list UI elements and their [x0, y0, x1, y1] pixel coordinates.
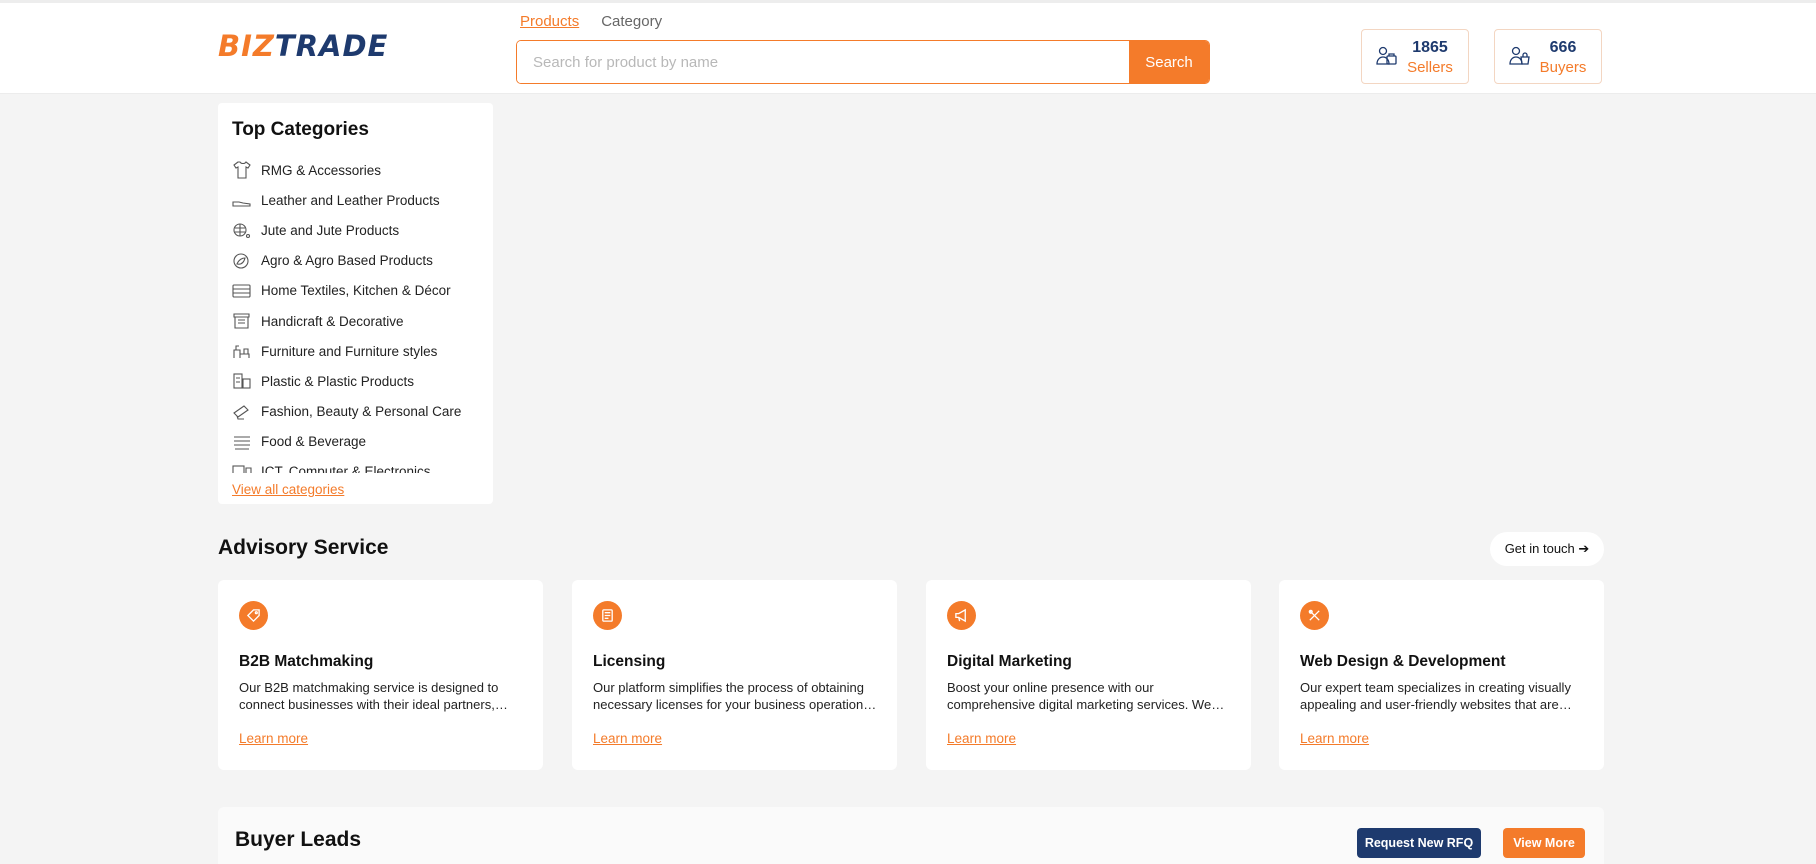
category-item-jute[interactable]: Jute and Jute Products	[232, 215, 487, 245]
megaphone-icon	[947, 601, 976, 630]
buyers-icon	[1509, 46, 1530, 65]
advisory-service-title: Advisory Service	[218, 536, 389, 559]
view-more-button[interactable]: View More	[1503, 828, 1585, 858]
learn-more-link[interactable]: Learn more	[239, 731, 308, 746]
advisory-card-b2b: B2B Matchmaking Our B2B matchmaking serv…	[218, 580, 543, 770]
furniture-icon	[233, 345, 250, 359]
learn-more-link[interactable]: Learn more	[1300, 731, 1369, 746]
shoe-icon	[232, 201, 251, 207]
category-item-fashion[interactable]: Fashion, Beauty & Personal Care	[232, 397, 487, 427]
category-label: ICT, Computer & Electronics	[261, 464, 431, 473]
buyers-count: 666	[1549, 39, 1577, 56]
document-icon	[593, 601, 622, 630]
search-input[interactable]	[517, 41, 1129, 83]
advisory-card-web-design: Web Design & Development Our expert team…	[1279, 580, 1604, 770]
advisory-card-digital-marketing: Digital Marketing Boost your online pres…	[926, 580, 1251, 770]
card-title: B2B Matchmaking	[239, 653, 374, 670]
card-description: Our expert team specializes in creating …	[1300, 680, 1571, 712]
search-tabs: Products Category	[520, 13, 662, 30]
buyers-label: Buyers	[1539, 59, 1587, 76]
tab-products[interactable]: Products	[520, 13, 579, 30]
sellers-stat[interactable]: 1865 Sellers	[1361, 29, 1469, 84]
buyers-stat[interactable]: 666 Buyers	[1494, 29, 1602, 84]
jute-icon	[233, 223, 251, 239]
category-label: Handicraft & Decorative	[261, 313, 404, 329]
category-label: Furniture and Furniture styles	[261, 343, 438, 359]
learn-more-link[interactable]: Learn more	[593, 731, 662, 746]
card-title: Licensing	[593, 653, 666, 670]
category-item-leather[interactable]: Leather and Leather Products	[232, 185, 487, 215]
buyer-leads-title: Buyer Leads	[235, 828, 362, 851]
food-icon	[234, 436, 250, 450]
category-item-agro[interactable]: Agro & Agro Based Products	[232, 246, 487, 276]
card-description: Our platform simplifies the process of o…	[593, 680, 870, 712]
textile-icon	[232, 284, 251, 298]
beauty-icon	[233, 404, 249, 420]
category-label: Plastic & Plastic Products	[261, 373, 415, 389]
top-categories-title: Top Categories	[232, 119, 369, 140]
sellers-label: Sellers	[1407, 59, 1453, 76]
category-item-food[interactable]: Food & Beverage	[232, 427, 487, 457]
search-bar: Search	[516, 40, 1210, 84]
view-all-categories-link[interactable]: View all categories	[232, 482, 344, 497]
top-categories-panel: Top Categories RMG & Accessories Leather…	[218, 103, 493, 504]
biztrade-logo[interactable]: BIZTRADE	[218, 29, 388, 63]
card-description: Our B2B matchmaking service is designed …	[239, 680, 499, 712]
card-title: Digital Marketing	[947, 653, 1072, 670]
sellers-icon	[1376, 46, 1397, 65]
sellers-count: 1865	[1412, 39, 1448, 56]
category-list: RMG & Accessories Leather and Leather Pr…	[232, 155, 487, 473]
plastic-icon	[233, 373, 251, 389]
category-item-home-textiles[interactable]: Home Textiles, Kitchen & Décor	[232, 276, 487, 306]
buyer-leads-section: Buyer Leads Request New RFQ View More	[218, 807, 1604, 864]
agro-icon	[233, 253, 249, 269]
category-label: RMG & Accessories	[261, 162, 382, 178]
category-item-plastic[interactable]: Plastic & Plastic Products	[232, 366, 487, 396]
advisory-card-licensing: Licensing Our platform simplifies the pr…	[572, 580, 897, 770]
logo-biz-text: BIZ	[218, 29, 275, 63]
search-button[interactable]: Search	[1129, 41, 1209, 83]
shirt-icon	[233, 161, 251, 179]
design-tools-icon	[1300, 601, 1329, 630]
computer-icon	[232, 465, 252, 473]
card-description: Boost your online presence with our comp…	[947, 680, 1212, 712]
tag-icon	[239, 601, 268, 630]
category-item-furniture[interactable]: Furniture and Furniture styles	[232, 336, 487, 366]
category-item-ict[interactable]: ICT, Computer & Electronics	[232, 457, 487, 473]
site-header: BIZTRADE Products Category Search 1865 S…	[0, 0, 1816, 94]
category-item-handicraft[interactable]: Handicraft & Decorative	[232, 306, 487, 336]
category-item-rmg[interactable]: RMG & Accessories	[232, 155, 487, 185]
category-label: Home Textiles, Kitchen & Décor	[261, 283, 451, 299]
logo-trade-text: TRADE	[274, 29, 389, 63]
category-label: Food & Beverage	[261, 434, 367, 450]
card-title: Web Design & Development	[1300, 653, 1506, 670]
tab-category[interactable]: Category	[601, 13, 662, 30]
get-in-touch-button[interactable]: Get in touch ➔	[1490, 532, 1604, 566]
category-label: Jute and Jute Products	[261, 222, 400, 238]
request-new-rfq-button[interactable]: Request New RFQ	[1357, 828, 1481, 858]
category-label: Fashion, Beauty & Personal Care	[261, 404, 462, 420]
handicraft-icon	[233, 313, 250, 329]
learn-more-link[interactable]: Learn more	[947, 731, 1016, 746]
category-label: Leather and Leather Products	[261, 192, 440, 208]
category-label: Agro & Agro Based Products	[261, 253, 433, 269]
